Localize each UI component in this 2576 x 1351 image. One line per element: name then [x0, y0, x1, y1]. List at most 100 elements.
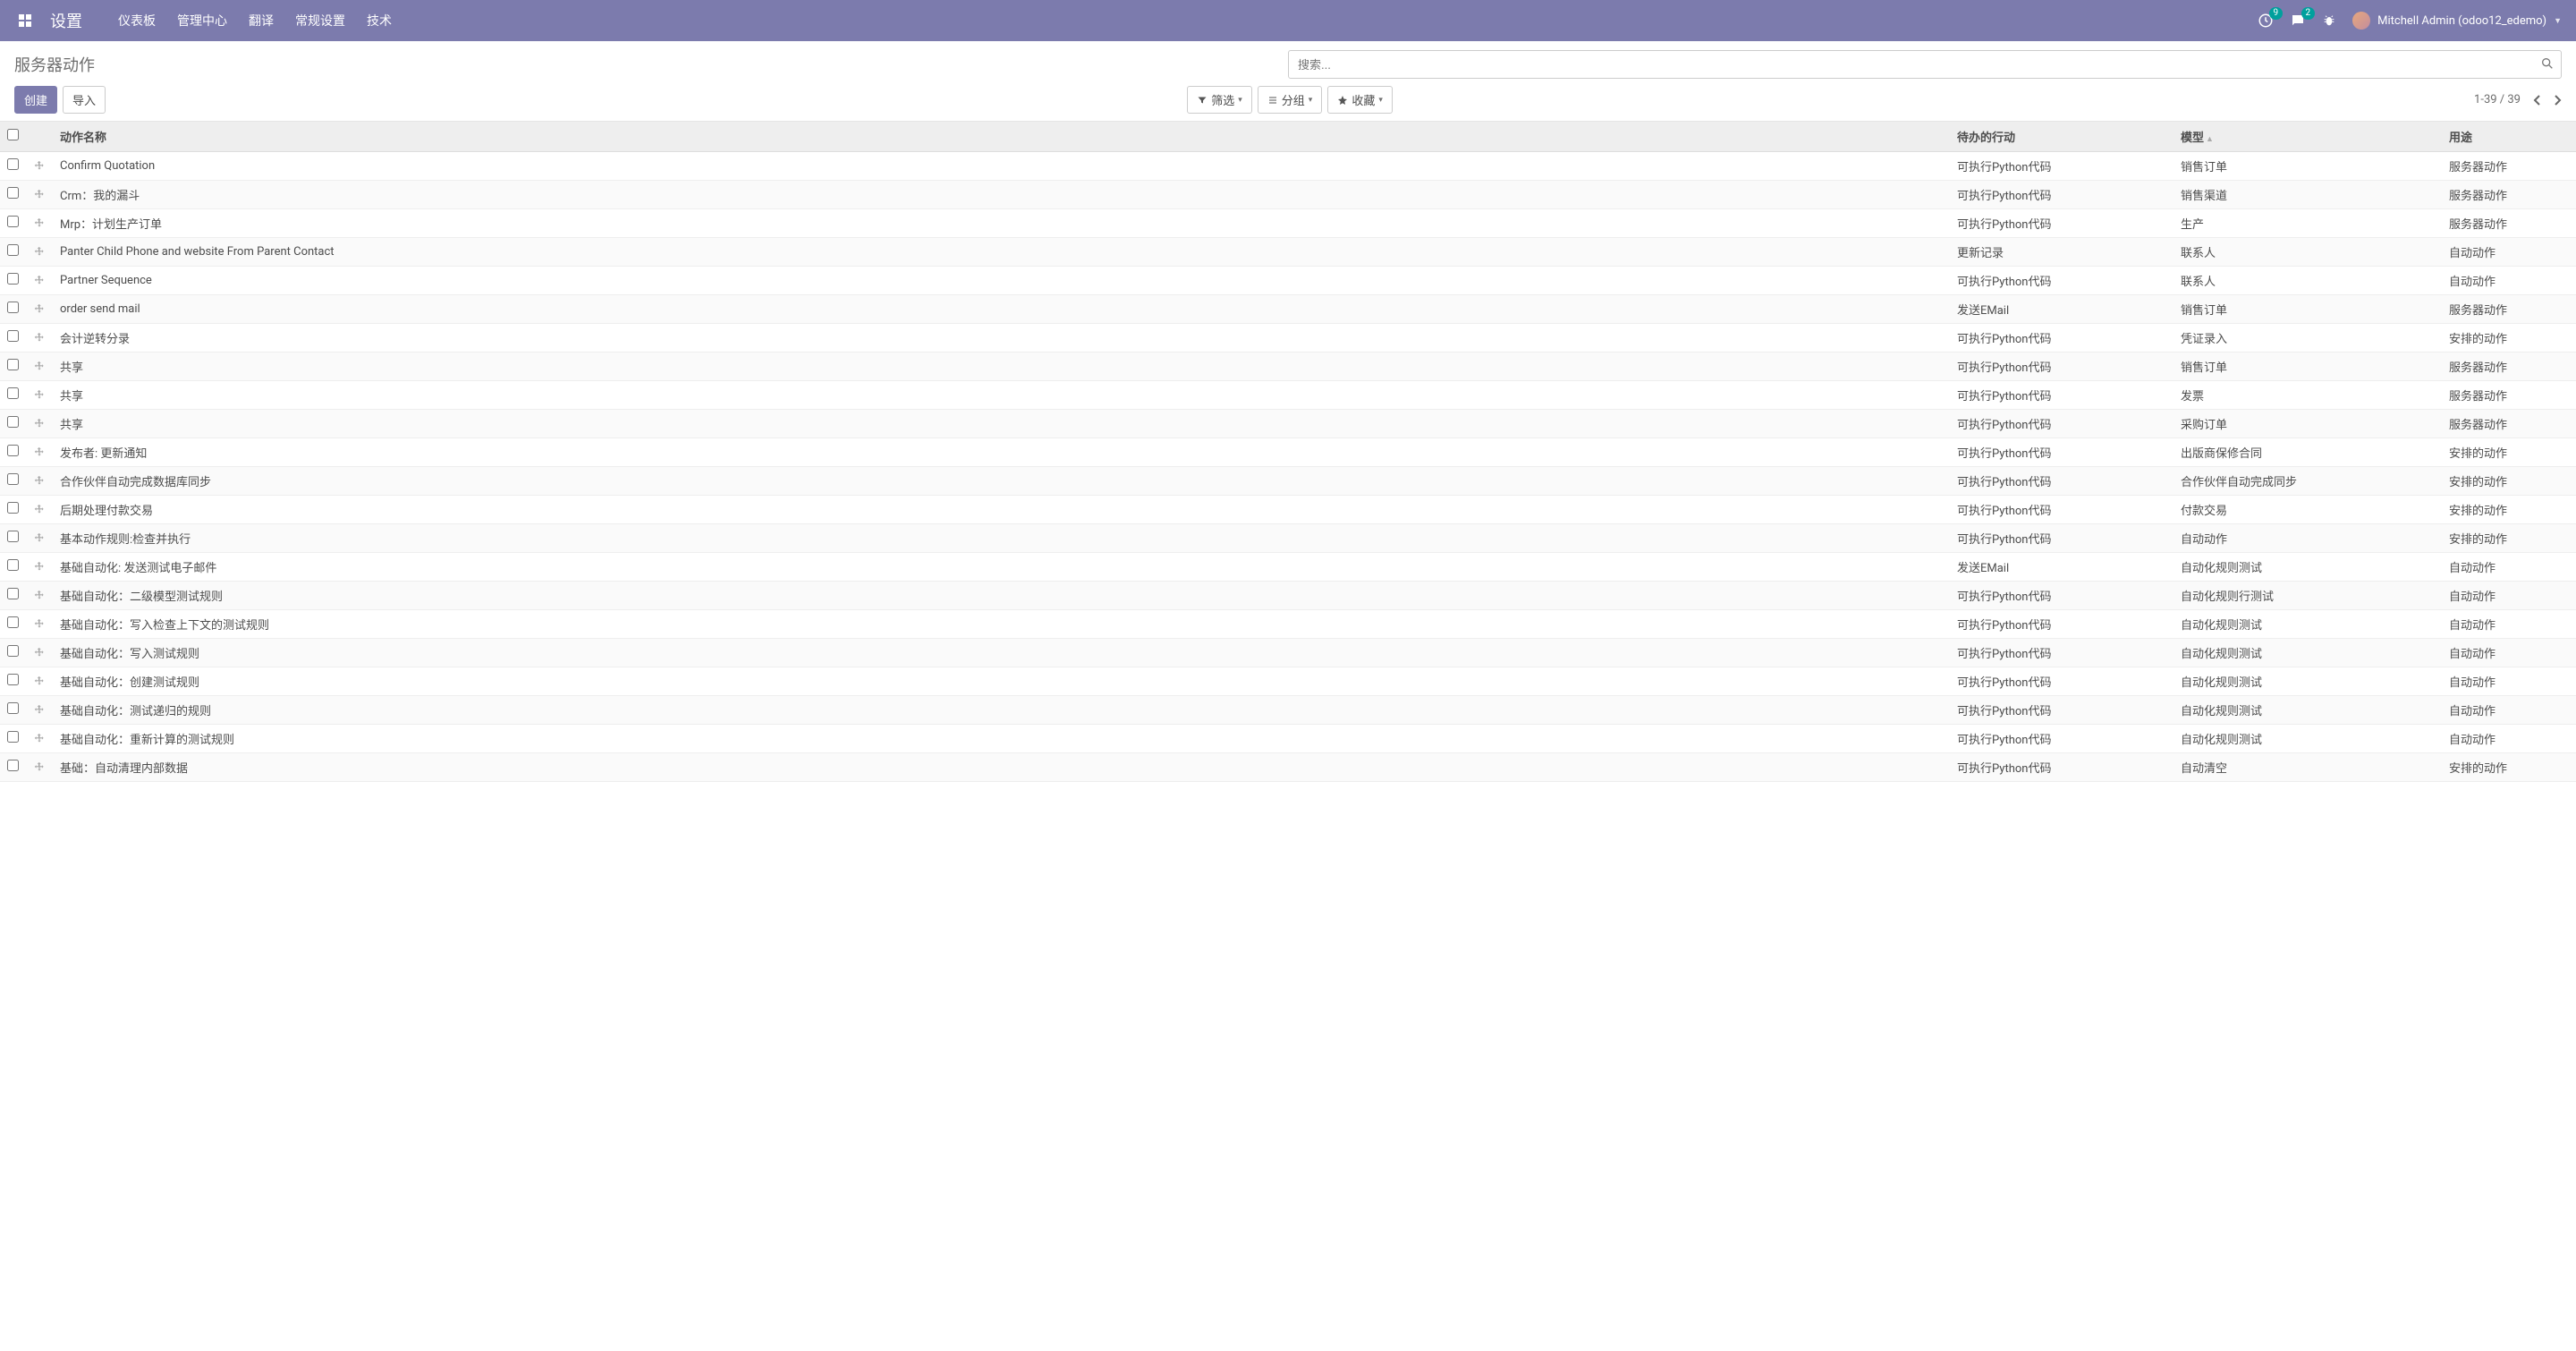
- cell-name: 基础自动化：重新计算的测试规则: [53, 725, 1950, 753]
- cell-model: 销售订单: [2174, 152, 2442, 181]
- cell-handle[interactable]: [26, 209, 53, 238]
- user-menu[interactable]: Mitchell Admin (odoo12_edemo) ▼: [2352, 12, 2562, 30]
- cell-handle[interactable]: [26, 238, 53, 267]
- pager-text[interactable]: 1-39 / 39: [2474, 93, 2521, 106]
- row-checkbox[interactable]: [7, 645, 19, 657]
- row-checkbox[interactable]: [7, 616, 19, 628]
- table-row[interactable]: 基础自动化：写入测试规则可执行Python代码自动化规则测试自动动作: [0, 639, 2576, 667]
- nav-item-technical[interactable]: 技术: [367, 12, 392, 30]
- cell-handle[interactable]: [26, 381, 53, 410]
- cell-handle[interactable]: [26, 553, 53, 582]
- table-row[interactable]: Crm：我的漏斗可执行Python代码销售渠道服务器动作: [0, 181, 2576, 209]
- cell-handle[interactable]: [26, 152, 53, 181]
- cell-handle[interactable]: [26, 496, 53, 524]
- favorite-dropdown[interactable]: 收藏 ▾: [1327, 86, 1393, 114]
- pager-prev[interactable]: [2533, 94, 2542, 106]
- table-row[interactable]: 基本动作规则:检查并执行可执行Python代码自动动作安排的动作: [0, 524, 2576, 553]
- row-checkbox[interactable]: [7, 216, 19, 227]
- row-checkbox[interactable]: [7, 302, 19, 313]
- search-icon[interactable]: [2540, 56, 2555, 71]
- row-checkbox[interactable]: [7, 473, 19, 485]
- row-checkbox[interactable]: [7, 387, 19, 399]
- cell-handle[interactable]: [26, 267, 53, 295]
- cell-model: 自动化规则测试: [2174, 696, 2442, 725]
- row-checkbox[interactable]: [7, 416, 19, 428]
- table-row[interactable]: 基础自动化：创建测试规则可执行Python代码自动化规则测试自动动作: [0, 667, 2576, 696]
- row-checkbox[interactable]: [7, 502, 19, 514]
- create-button[interactable]: 创建: [14, 86, 57, 114]
- import-button[interactable]: 导入: [63, 86, 106, 114]
- row-checkbox[interactable]: [7, 559, 19, 571]
- row-checkbox[interactable]: [7, 445, 19, 456]
- table-row[interactable]: 发布者: 更新通知可执行Python代码出版商保修合同安排的动作: [0, 438, 2576, 467]
- row-checkbox[interactable]: [7, 187, 19, 199]
- apps-menu-button[interactable]: [14, 10, 36, 31]
- row-checkbox[interactable]: [7, 731, 19, 743]
- table-row[interactable]: Partner Sequence可执行Python代码联系人自动动作: [0, 267, 2576, 295]
- nav-item-dashboard[interactable]: 仪表板: [118, 12, 156, 30]
- nav-item-translate[interactable]: 翻译: [249, 12, 274, 30]
- table-row[interactable]: order send mail发送EMail销售订单服务器动作: [0, 295, 2576, 324]
- cell-handle[interactable]: [26, 582, 53, 610]
- th-name[interactable]: 动作名称: [53, 122, 1950, 152]
- cell-handle[interactable]: [26, 410, 53, 438]
- row-checkbox[interactable]: [7, 674, 19, 685]
- table-row[interactable]: 基础自动化：二级模型测试规则可执行Python代码自动化规则行测试自动动作: [0, 582, 2576, 610]
- nav-item-admin[interactable]: 管理中心: [177, 12, 227, 30]
- row-checkbox[interactable]: [7, 531, 19, 542]
- cell-handle[interactable]: [26, 353, 53, 381]
- table-row[interactable]: Mrp：计划生产订单可执行Python代码生产服务器动作: [0, 209, 2576, 238]
- move-icon: [33, 332, 46, 344]
- table-row[interactable]: 会计逆转分录可执行Python代码凭证录入安排的动作: [0, 324, 2576, 353]
- cell-handle[interactable]: [26, 667, 53, 696]
- cell-handle[interactable]: [26, 295, 53, 324]
- cell-handle[interactable]: [26, 438, 53, 467]
- pager-next[interactable]: [2553, 94, 2562, 106]
- cell-name: 基础自动化：测试递归的规则: [53, 696, 1950, 725]
- table-row[interactable]: 基础自动化：写入检查上下文的测试规则可执行Python代码自动化规则测试自动动作: [0, 610, 2576, 639]
- th-model[interactable]: 模型▲: [2174, 122, 2442, 152]
- activities-button[interactable]: 9: [2258, 13, 2274, 29]
- cell-state: 可执行Python代码: [1950, 152, 2174, 181]
- cell-handle[interactable]: [26, 181, 53, 209]
- debug-button[interactable]: [2322, 13, 2336, 28]
- row-checkbox[interactable]: [7, 359, 19, 370]
- cell-handle[interactable]: [26, 524, 53, 553]
- th-state[interactable]: 待办的行动: [1950, 122, 2174, 152]
- table-row[interactable]: Panter Child Phone and website From Pare…: [0, 238, 2576, 267]
- table-row[interactable]: 共享可执行Python代码销售订单服务器动作: [0, 353, 2576, 381]
- table-row[interactable]: 基础自动化: 发送测试电子邮件发送EMail自动化规则测试自动动作: [0, 553, 2576, 582]
- table-row[interactable]: Confirm Quotation可执行Python代码销售订单服务器动作: [0, 152, 2576, 181]
- cell-handle[interactable]: [26, 610, 53, 639]
- filter-dropdown[interactable]: 筛选 ▾: [1187, 86, 1252, 114]
- messages-button[interactable]: 2: [2290, 13, 2306, 29]
- cell-handle[interactable]: [26, 639, 53, 667]
- table-row[interactable]: 共享可执行Python代码发票服务器动作: [0, 381, 2576, 410]
- table-row[interactable]: 基础自动化：重新计算的测试规则可执行Python代码自动化规则测试自动动作: [0, 725, 2576, 753]
- cell-handle[interactable]: [26, 725, 53, 753]
- row-checkbox[interactable]: [7, 244, 19, 256]
- app-brand[interactable]: 设置: [50, 9, 82, 32]
- row-checkbox[interactable]: [7, 702, 19, 714]
- table-row[interactable]: 基础：自动清理内部数据可执行Python代码自动清空安排的动作: [0, 753, 2576, 782]
- cell-handle[interactable]: [26, 753, 53, 782]
- table-row[interactable]: 基础自动化：测试递归的规则可执行Python代码自动化规则测试自动动作: [0, 696, 2576, 725]
- row-checkbox[interactable]: [7, 760, 19, 771]
- th-usage[interactable]: 用途: [2442, 122, 2576, 152]
- group-dropdown[interactable]: 分组 ▾: [1258, 86, 1323, 114]
- table-row[interactable]: 后期处理付款交易可执行Python代码付款交易安排的动作: [0, 496, 2576, 524]
- row-checkbox[interactable]: [7, 588, 19, 599]
- row-checkbox[interactable]: [7, 330, 19, 342]
- table-row[interactable]: 共享可执行Python代码采购订单服务器动作: [0, 410, 2576, 438]
- table-row[interactable]: 合作伙伴自动完成数据库同步可执行Python代码合作伙伴自动完成同步安排的动作: [0, 467, 2576, 496]
- cell-handle[interactable]: [26, 696, 53, 725]
- select-all-checkbox[interactable]: [7, 129, 19, 140]
- cell-model: 销售订单: [2174, 295, 2442, 324]
- nav-item-general[interactable]: 常规设置: [295, 12, 345, 30]
- cell-name: 会计逆转分录: [53, 324, 1950, 353]
- row-checkbox[interactable]: [7, 273, 19, 285]
- search-input[interactable]: [1288, 50, 2562, 79]
- row-checkbox[interactable]: [7, 158, 19, 170]
- cell-handle[interactable]: [26, 324, 53, 353]
- cell-handle[interactable]: [26, 467, 53, 496]
